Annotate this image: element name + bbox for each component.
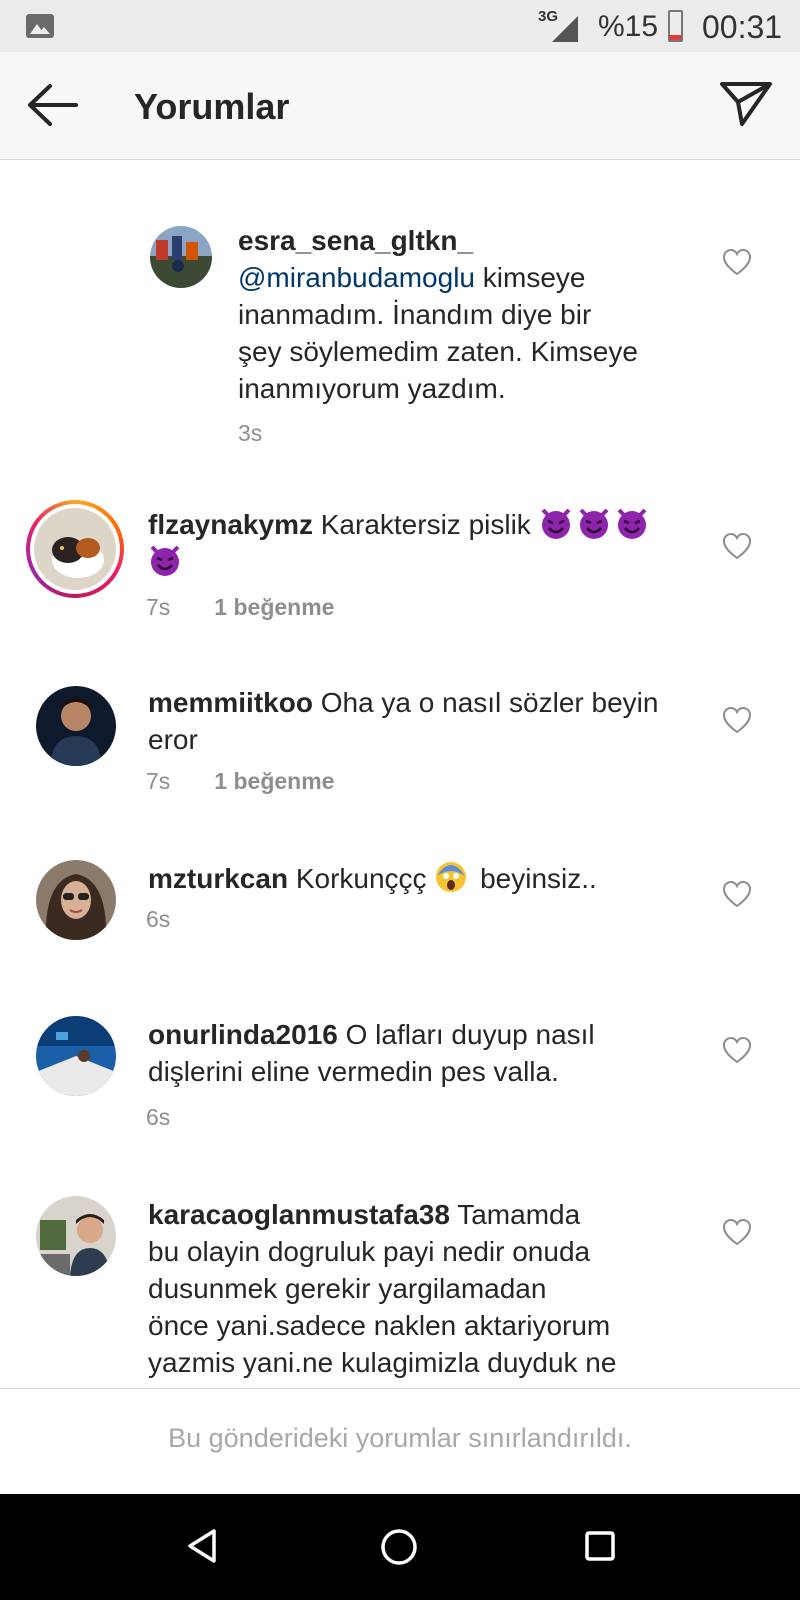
- avatar[interactable]: [150, 226, 212, 288]
- system-navigation-bar: [0, 1494, 800, 1600]
- comment-text-line: inanmadım. İnandım diye bir: [238, 299, 592, 330]
- clock: 00:31: [702, 9, 783, 45]
- comment-username[interactable]: karacaoglanmustafa38: [148, 1199, 450, 1230]
- like-heart-icon[interactable]: [722, 706, 752, 734]
- comment-body: flzaynakymz Karaktersiz pislik: [148, 506, 688, 580]
- page-title: Yorumlar: [134, 86, 290, 127]
- comment-text-line: yazmis yani.ne kulagimizla duyduk ne: [148, 1347, 617, 1378]
- comment-text-line: O lafları duyup nasıl: [345, 1019, 595, 1050]
- comment-username[interactable]: esra_sena_gltkn_: [238, 225, 473, 256]
- like-count[interactable]: 1 beğenme: [214, 594, 334, 620]
- comments-restricted-bar: Bu gönderideki yorumlar sınırlandırıldı.: [0, 1388, 800, 1494]
- restricted-notice: Bu gönderideki yorumlar sınırlandırıldı.: [168, 1423, 632, 1453]
- status-bar: 3G %15 00:31: [0, 0, 800, 52]
- smiling-devil-emoji-icon: [579, 508, 609, 539]
- comment-text: Korkunççç: [295, 863, 427, 894]
- smiling-devil-emoji-icon: [617, 508, 647, 539]
- avatar: [34, 508, 116, 590]
- comment-text-line: önce yani.sadece naklen aktariyorum: [148, 1310, 611, 1341]
- comment-body: mzturkcan Korkunççç beyinsiz..: [148, 860, 708, 897]
- comment-username[interactable]: onurlinda2016: [148, 1019, 338, 1050]
- like-heart-icon[interactable]: [722, 532, 752, 560]
- comment-text-line: inanmıyorum yazdım.: [238, 373, 506, 404]
- comment: flzaynakymz Karaktersiz pislik 7s 1 beğen…: [0, 500, 800, 650]
- direct-send-icon[interactable]: [718, 78, 774, 130]
- comment: karacaoglanmustafa38 Tamamda bu olayin d…: [0, 1196, 800, 1388]
- signal-icon: [552, 16, 578, 42]
- nav-back-icon[interactable]: [186, 1528, 218, 1569]
- comment-text: beyinsiz..: [480, 863, 597, 894]
- comment-meta: 6s: [146, 1104, 170, 1131]
- screaming-face-emoji-icon: [436, 862, 467, 892]
- comment-text-line: dusunmek gerekir yargilamadan: [148, 1273, 547, 1304]
- comment-body: karacaoglanmustafa38 Tamamda bu olayin d…: [148, 1196, 708, 1381]
- avatar[interactable]: [36, 686, 116, 766]
- nav-home-icon[interactable]: [380, 1528, 418, 1571]
- battery-percentage: %15: [598, 10, 659, 43]
- avatar[interactable]: [36, 860, 116, 940]
- mention-link[interactable]: @miranbudamoglu: [238, 262, 475, 293]
- comment-meta: 6s: [146, 906, 170, 933]
- comment-text-line: bu olayin dogruluk payi nedir onuda: [148, 1236, 591, 1267]
- comment-text: Karaktersiz pislik: [320, 509, 531, 540]
- battery-icon: [668, 10, 683, 42]
- comment-time: 3s: [238, 420, 263, 446]
- comment-text-line: şey söylemedim zaten. Kimseye: [238, 336, 638, 367]
- comment-text-line: kimseye: [482, 262, 586, 293]
- comment-username[interactable]: flzaynakymz: [148, 509, 313, 540]
- like-heart-icon[interactable]: [722, 248, 752, 276]
- avatar-story-ring[interactable]: [26, 500, 124, 598]
- comment: mzturkcan Korkunççç beyinsiz.. 6s: [0, 860, 800, 970]
- comment-reply: esra_sena_gltkn_ @miranbudamoglu kimseye…: [0, 220, 800, 470]
- like-heart-icon[interactable]: [722, 880, 752, 908]
- back-arrow-icon[interactable]: [24, 80, 80, 130]
- app-header: Yorumlar: [0, 52, 800, 160]
- comment-username[interactable]: mzturkcan: [148, 863, 288, 894]
- like-count[interactable]: 1 beğenme: [214, 768, 334, 794]
- smiling-devil-emoji-icon: [541, 508, 571, 539]
- comment-text-line: Oha ya o nasıl sözler beyin: [320, 687, 659, 718]
- comment-meta: 3s: [238, 420, 262, 447]
- avatar[interactable]: [36, 1196, 116, 1276]
- comment-time: 6s: [146, 1104, 171, 1130]
- comment-text-line: eror: [148, 724, 198, 755]
- comment-time: 7s: [146, 768, 171, 794]
- like-heart-icon[interactable]: [722, 1218, 752, 1246]
- image-notification-icon: [26, 14, 54, 38]
- nav-recent-apps-icon[interactable]: [584, 1530, 616, 1567]
- avatar[interactable]: [36, 1016, 116, 1096]
- comment-time: 7s: [146, 594, 171, 620]
- comment-meta: 7s 1 beğenme: [146, 768, 334, 795]
- comments-list[interactable]: esra_sena_gltkn_ @miranbudamoglu kimseye…: [0, 160, 800, 1388]
- comment-body: memmiitkoo Oha ya o nasıl sözler beyin e…: [148, 684, 708, 758]
- comment-text-line: Tamamda: [457, 1199, 581, 1230]
- comment-body: onurlinda2016 O lafları duyup nasıl dişl…: [148, 1016, 668, 1090]
- comment-text-line: dişlerini eline vermedin pes valla.: [148, 1056, 559, 1087]
- comment-meta: 7s 1 beğenme: [146, 594, 334, 621]
- comment: onurlinda2016 O lafları duyup nasıl dişl…: [0, 1016, 800, 1146]
- comment-body: esra_sena_gltkn_ @miranbudamoglu kimseye…: [238, 222, 678, 407]
- comment: memmiitkoo Oha ya o nasıl sözler beyin e…: [0, 684, 800, 824]
- comment-username[interactable]: memmiitkoo: [148, 687, 313, 718]
- comment-time: 6s: [146, 906, 171, 932]
- like-heart-icon[interactable]: [722, 1036, 752, 1064]
- smiling-devil-emoji-icon: [150, 545, 180, 576]
